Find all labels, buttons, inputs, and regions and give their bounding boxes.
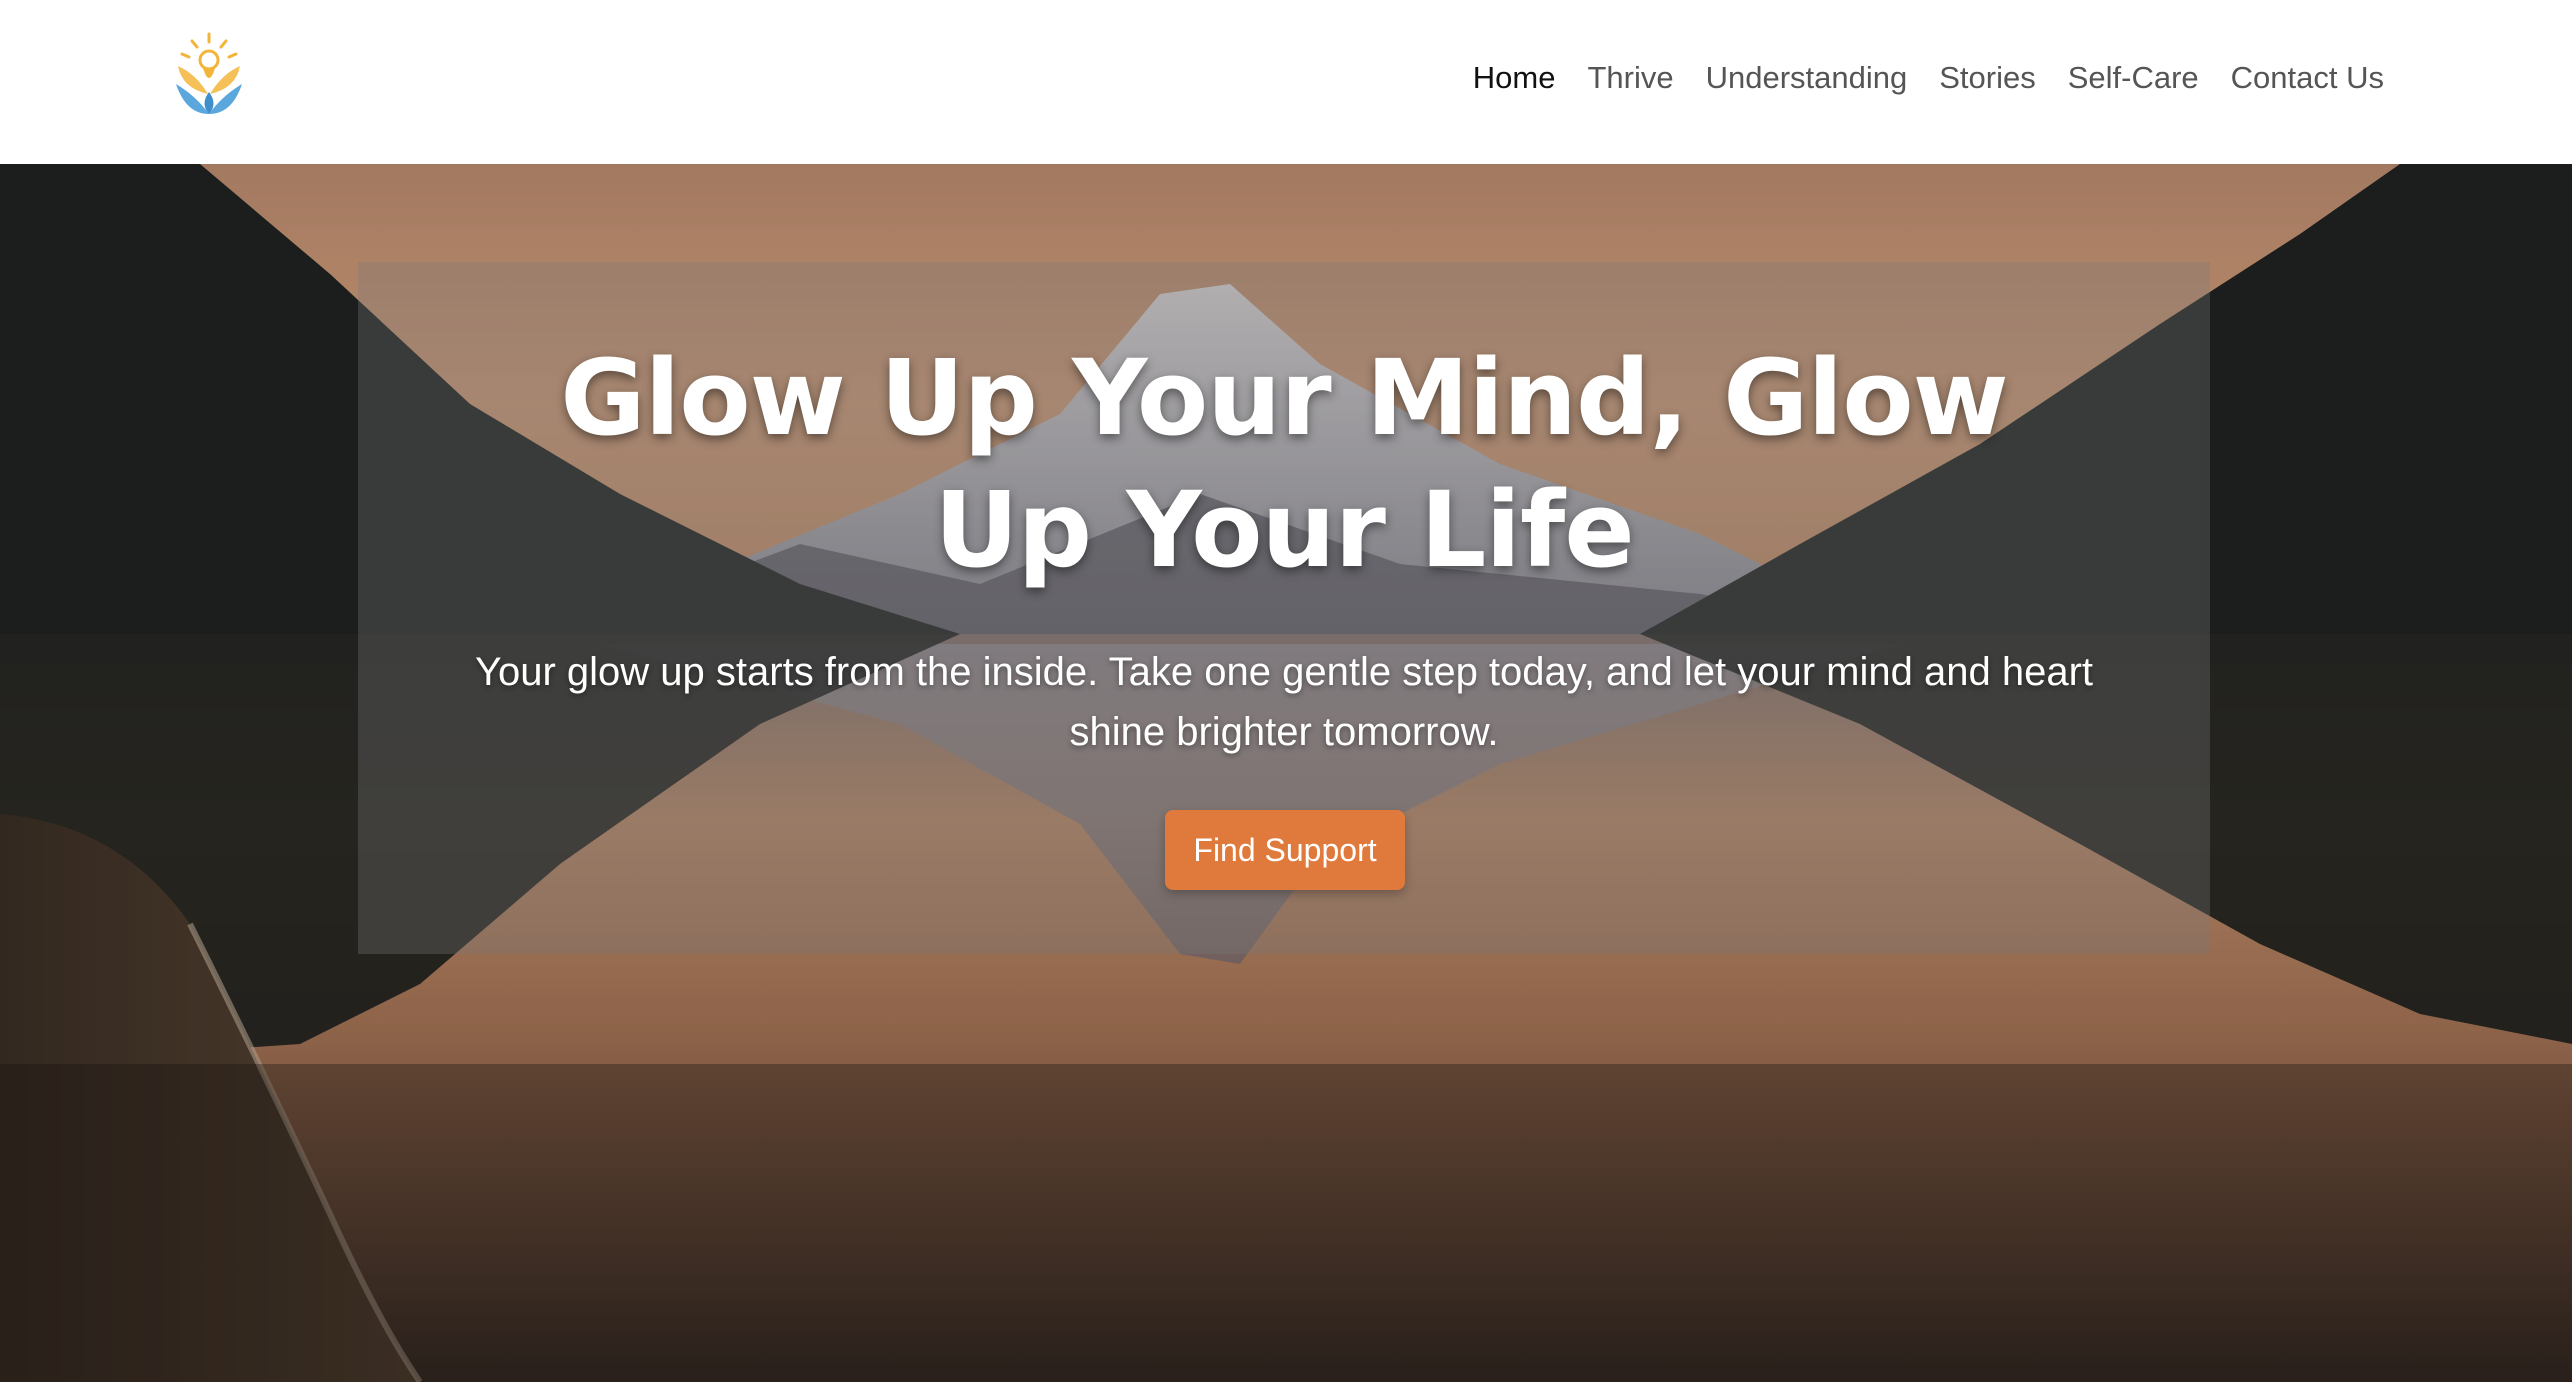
main-nav: Home Thrive Understanding Stories Self-C…: [1473, 56, 2384, 100]
nav-understanding-link[interactable]: Understanding: [1706, 56, 1908, 100]
nav-contact-link[interactable]: Contact Us: [2231, 56, 2384, 100]
site-header: Home Thrive Understanding Stories Self-C…: [0, 0, 2572, 164]
hero-card: Glow Up Your Mind, Glow Up Your Life You…: [358, 262, 2210, 954]
hero-section: Glow Up Your Mind, Glow Up Your Life You…: [0, 164, 2572, 1382]
nav-home-link[interactable]: Home: [1473, 56, 1556, 100]
find-support-button[interactable]: Find Support: [1165, 810, 1405, 890]
nav-self-care-link[interactable]: Self-Care: [2068, 56, 2199, 100]
sunrise-lotus-icon[interactable]: [172, 32, 246, 116]
hero-title: Glow Up Your Mind, Glow Up Your Life: [560, 337, 2008, 591]
hero-subtitle: Your glow up starts from the inside. Tak…: [474, 650, 2094, 754]
nav-thrive-link[interactable]: Thrive: [1587, 56, 1673, 100]
nav-stories-link[interactable]: Stories: [1939, 56, 2035, 100]
